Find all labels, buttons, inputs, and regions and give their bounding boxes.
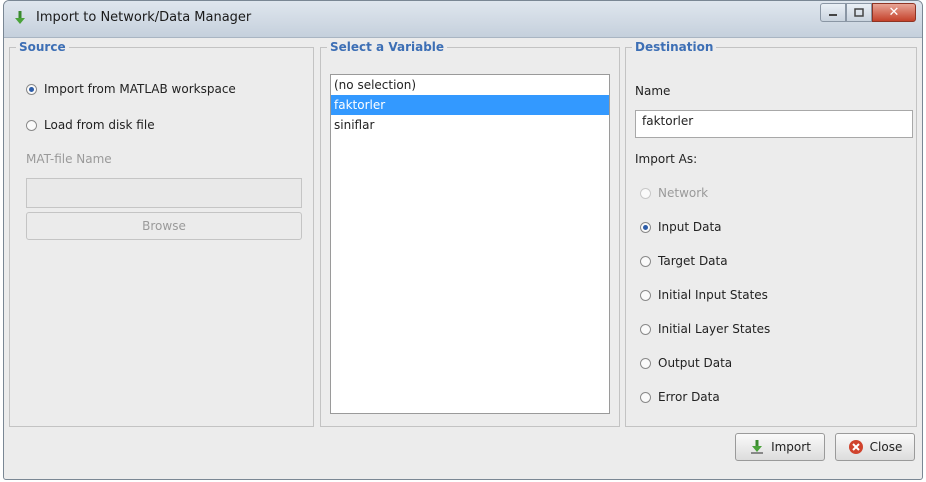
- browse-button[interactable]: Browse: [26, 212, 302, 240]
- app-download-icon: [15, 11, 25, 24]
- name-field[interactable]: faktorler: [635, 110, 913, 138]
- matfile-name-label: MAT-file Name: [26, 152, 112, 166]
- minimize-icon: [829, 13, 837, 16]
- window-close-button[interactable]: ✕: [872, 3, 916, 22]
- variable-panel: Select a Variable (no selection) faktorl…: [320, 40, 620, 427]
- radio-button-checked[interactable]: [640, 221, 651, 233]
- list-item[interactable]: siniflar: [331, 115, 609, 135]
- radio-target-data[interactable]: Target Data: [640, 254, 728, 268]
- maximize-button[interactable]: [846, 3, 872, 22]
- variable-panel-title: Select a Variable: [327, 40, 448, 54]
- window-controls: ✕: [820, 3, 916, 25]
- dialog-button-bar: Import Close: [9, 429, 917, 467]
- radio-label: Initial Input States: [658, 288, 768, 302]
- radio-import-from-workspace[interactable]: Import from MATLAB workspace: [26, 82, 236, 96]
- import-dialog-window: Import to Network/Data Manager ✕ Source …: [3, 0, 923, 480]
- import-button-label: Import: [771, 440, 811, 454]
- radio-label: Network: [658, 186, 709, 200]
- destination-panel: Destination Name faktorler Import As: Ne…: [625, 40, 917, 427]
- close-button-label: Close: [869, 440, 903, 454]
- minimize-button[interactable]: [820, 3, 846, 22]
- radio-button-disabled[interactable]: [640, 187, 651, 199]
- radio-label: Import from MATLAB workspace: [44, 82, 236, 96]
- matfile-name-field[interactable]: [26, 178, 302, 208]
- radio-button[interactable]: [640, 357, 651, 369]
- import-arrow-icon: [751, 440, 764, 454]
- radio-button[interactable]: [26, 119, 37, 131]
- radio-output-data[interactable]: Output Data: [640, 356, 732, 370]
- maximize-icon: [854, 8, 864, 17]
- variable-listbox[interactable]: (no selection) faktorler siniflar: [330, 74, 610, 414]
- radio-initial-layer-states[interactable]: Initial Layer States: [640, 322, 770, 336]
- radio-initial-input-states[interactable]: Initial Input States: [640, 288, 768, 302]
- name-label: Name: [635, 84, 671, 98]
- radio-button[interactable]: [640, 323, 651, 335]
- radio-network[interactable]: Network: [640, 186, 708, 200]
- destination-panel-title: Destination: [632, 40, 717, 54]
- radio-label: Error Data: [658, 390, 720, 404]
- radio-error-data[interactable]: Error Data: [640, 390, 720, 404]
- list-item[interactable]: (no selection): [331, 75, 609, 95]
- import-as-label: Import As:: [635, 152, 698, 166]
- radio-label: Target Data: [658, 254, 728, 268]
- source-panel: Source Import from MATLAB workspace Load…: [9, 40, 314, 427]
- radio-label: Load from disk file: [44, 118, 155, 132]
- radio-label: Initial Layer States: [658, 322, 771, 336]
- title-bar[interactable]: Import to Network/Data Manager ✕: [4, 1, 922, 38]
- radio-button[interactable]: [640, 255, 651, 267]
- radio-label: Input Data: [658, 220, 722, 234]
- close-circle-icon: [848, 440, 863, 454]
- window-close-icon: ✕: [888, 5, 900, 20]
- radio-button[interactable]: [640, 391, 651, 403]
- radio-load-from-disk[interactable]: Load from disk file: [26, 118, 155, 132]
- import-button[interactable]: Import: [735, 433, 825, 461]
- source-panel-title: Source: [16, 40, 69, 54]
- list-item-selected[interactable]: faktorler: [331, 95, 609, 115]
- close-button[interactable]: Close: [835, 433, 915, 461]
- window-title: Import to Network/Data Manager: [36, 10, 252, 25]
- radio-input-data[interactable]: Input Data: [640, 220, 722, 234]
- radio-button[interactable]: [640, 289, 651, 301]
- radio-button-checked[interactable]: [26, 83, 37, 95]
- radio-label: Output Data: [658, 356, 733, 370]
